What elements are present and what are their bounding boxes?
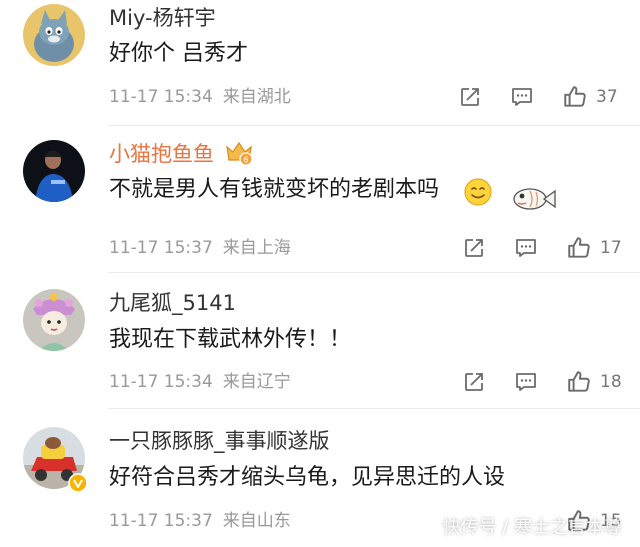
comment-username[interactable]: 一只豚豚豚_事事顺遂版 <box>109 428 330 454</box>
share-icon <box>465 239 483 257</box>
thumbs-up-icon <box>568 371 590 392</box>
comment-location: 来自辽宁 <box>222 372 291 392</box>
avatar[interactable] <box>23 140 85 202</box>
like-count: 17 <box>600 238 622 258</box>
like-count: 18 <box>600 372 622 392</box>
comment-item: 小猫抱鱼鱼 6 不就是男人有钱就变坏的老剧本吗 11-17 15:37 来自上海 … <box>0 126 640 272</box>
comment-location: 来自湖北 <box>222 87 291 107</box>
comment-username[interactable]: 九尾狐_5141 <box>109 290 236 316</box>
smile-emoji-icon <box>463 177 493 211</box>
comment-meta: 11-17 15:34 来自辽宁 <box>109 371 291 393</box>
comment-icon <box>512 88 532 106</box>
comment-time: 11-17 15:37 <box>109 238 213 258</box>
verified-v-badge-icon <box>68 473 88 497</box>
like-button[interactable]: 37 <box>562 84 618 110</box>
comment-meta: 11-17 15:37 来自山东 <box>109 510 291 532</box>
share-button[interactable] <box>458 85 482 109</box>
comment-text: 好符合吕秀才缩头乌龟，见异思迁的人设 <box>109 465 506 490</box>
share-icon <box>461 88 479 106</box>
comment-location: 来自上海 <box>222 238 291 258</box>
comment-time: 11-17 15:37 <box>109 511 213 531</box>
like-count: 37 <box>596 87 618 107</box>
thumbs-up-icon <box>568 237 590 258</box>
share-button[interactable] <box>462 236 486 260</box>
like-button[interactable]: 18 <box>566 369 622 395</box>
avatar[interactable] <box>23 4 85 66</box>
share-button[interactable] <box>462 370 486 394</box>
reply-button[interactable] <box>514 370 538 394</box>
avatar[interactable] <box>23 289 85 351</box>
comment-item: Miy-杨轩宇 好你个 吕秀才 11-17 15:34 来自湖北 37 <box>0 0 640 125</box>
vip-crown-badge-icon: 6 <box>224 139 254 171</box>
comment-item: 九尾狐_5141 我现在下载武林外传！！ 11-17 15:34 来自辽宁 18 <box>0 273 640 408</box>
svg-text:6: 6 <box>243 156 248 165</box>
comment-meta: 11-17 15:37 来自上海 <box>109 237 291 259</box>
reply-button[interactable] <box>510 85 534 109</box>
comment-username[interactable]: 小猫抱鱼鱼 <box>109 141 214 167</box>
thumbs-up-icon <box>564 86 586 107</box>
like-button[interactable]: 17 <box>566 235 622 261</box>
comment-icon <box>516 239 536 257</box>
comment-icon <box>516 373 536 391</box>
fish-sticker-icon <box>508 182 558 220</box>
comment-username[interactable]: Miy-杨轩宇 <box>109 5 216 31</box>
watermark: 快传号 / 寒士之言本尊 <box>442 517 622 538</box>
comment-time: 11-17 15:34 <box>109 87 213 107</box>
comment-meta: 11-17 15:34 来自湖北 <box>109 86 291 108</box>
reply-button[interactable] <box>514 236 538 260</box>
cartoon-cat-avatar-icon <box>23 4 85 66</box>
athlete-photo-avatar-icon <box>23 140 85 202</box>
comment-text: 好你个 吕秀才 <box>109 41 248 66</box>
comment-text: 我现在下载武林外传！！ <box>109 327 352 352</box>
opera-doll-avatar-icon <box>23 289 85 351</box>
comment-text: 不就是男人有钱就变坏的老剧本吗 <box>109 177 440 202</box>
comment-location: 来自山东 <box>222 511 291 531</box>
share-icon <box>465 373 483 391</box>
comment-time: 11-17 15:34 <box>109 372 213 392</box>
